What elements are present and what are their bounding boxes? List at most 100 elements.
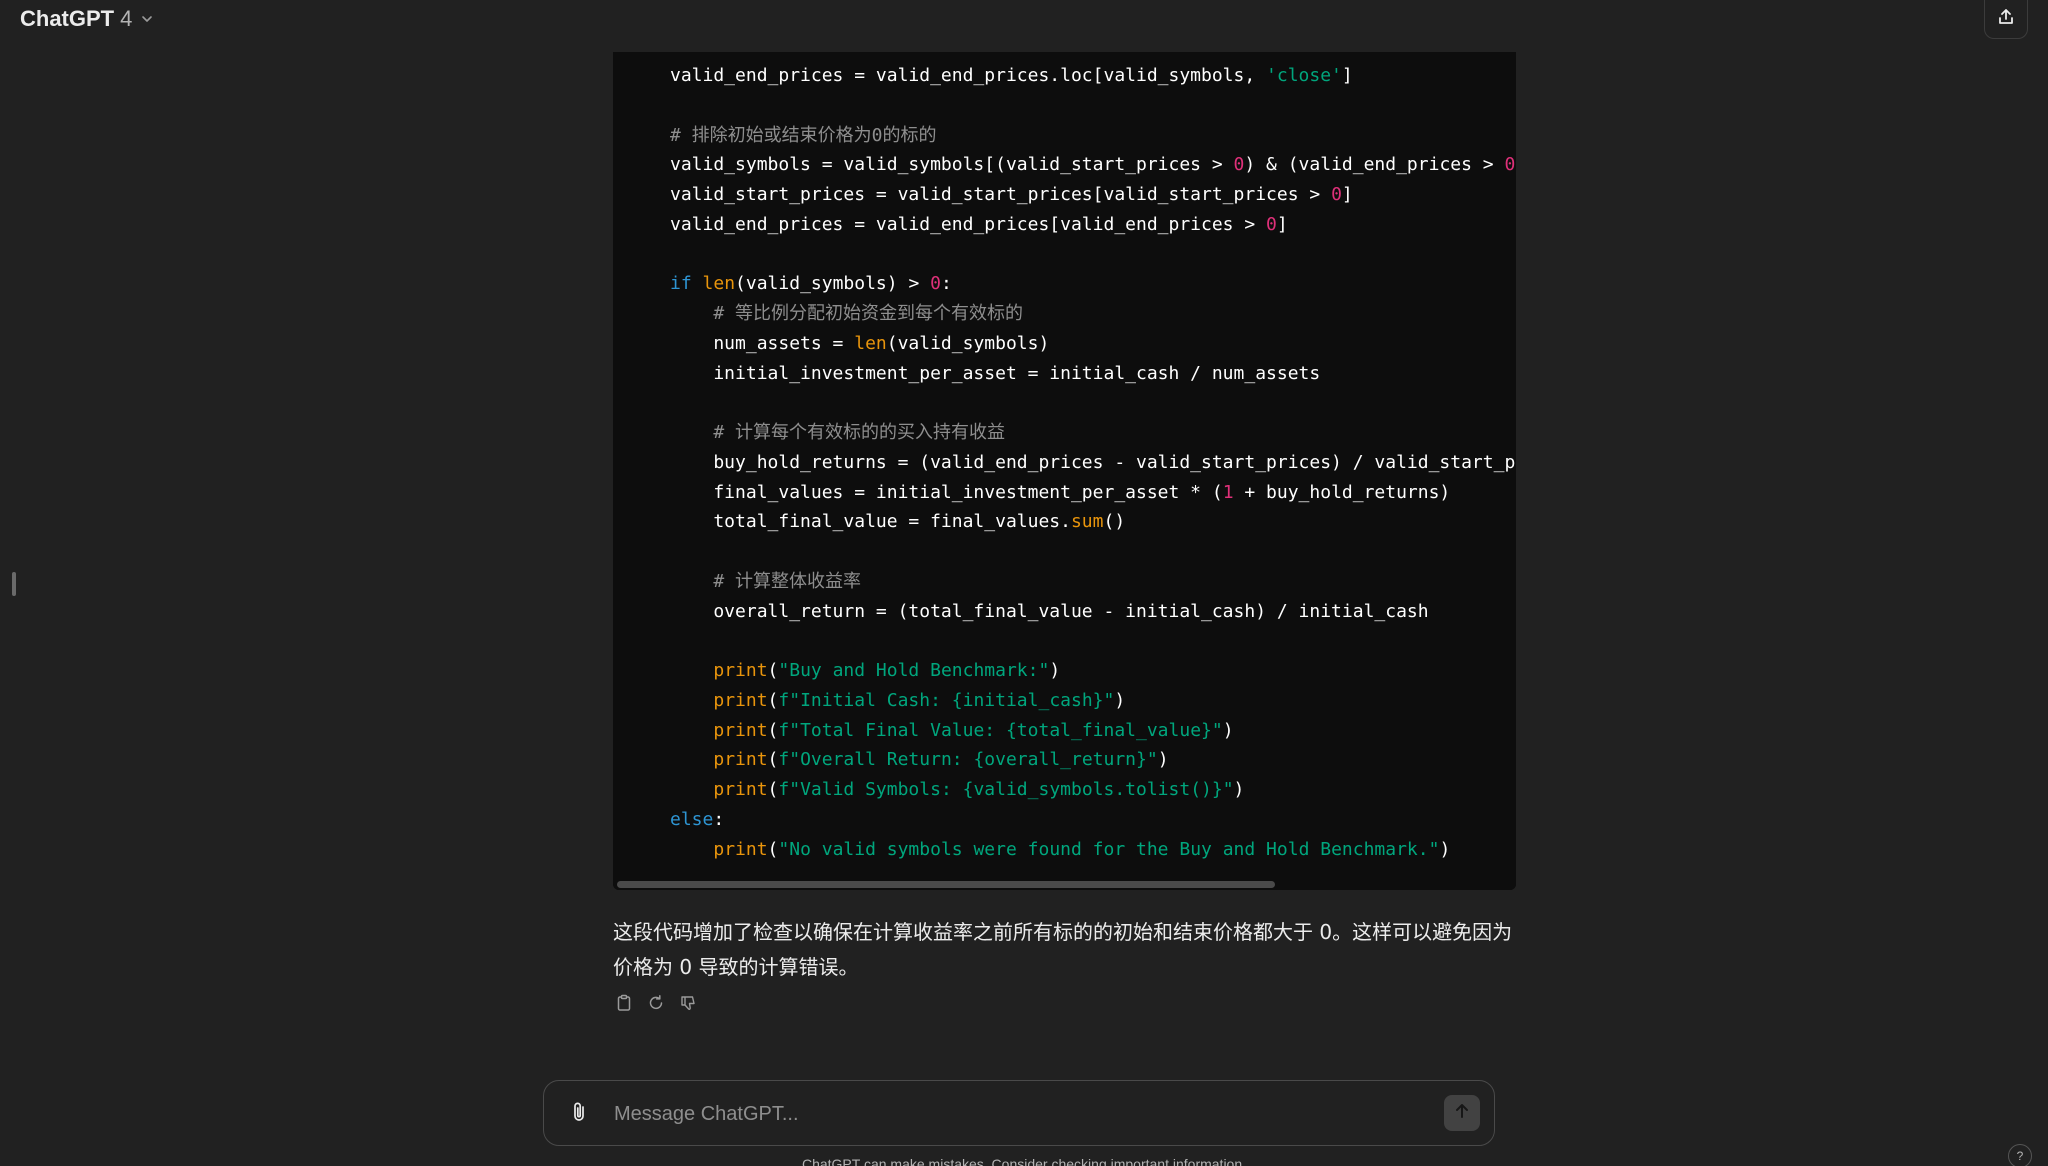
code-token: ( xyxy=(767,749,779,771)
code-block: valid_end_prices = valid_end_prices.loc[… xyxy=(613,52,1516,890)
code-token: ) xyxy=(1233,779,1245,800)
model-version: 4 xyxy=(120,6,133,31)
share-icon xyxy=(1996,7,2016,32)
chevron-down-icon xyxy=(138,10,156,28)
code-token: # 计算每个有效标的的买入持有收益 xyxy=(713,422,1006,443)
code-line: num_assets = len(valid_symbols) xyxy=(670,329,1516,359)
code-token: 0 xyxy=(1331,184,1342,205)
code-token: overall_return = (total_final_value - in… xyxy=(670,600,1429,622)
code-token: # 等比例分配初始资金到每个有效标的 xyxy=(713,303,1024,324)
code-line: print("Buy and Hold Benchmark:") xyxy=(670,656,1516,686)
code-token: : xyxy=(713,808,725,830)
model-label: ChatGPT 4 xyxy=(20,6,132,32)
code-token: len xyxy=(702,273,736,295)
message-composer xyxy=(543,1080,1495,1146)
code-line: # 计算整体收益率 xyxy=(670,567,1516,597)
code-line: print(f"Overall Return: {overall_return}… xyxy=(670,745,1516,775)
code-token: final_values = initial_investment_per_as… xyxy=(670,481,1223,503)
code-token: sum xyxy=(1070,511,1104,533)
code-line: initial_investment_per_asset = initial_c… xyxy=(670,359,1516,389)
code-line: valid_start_prices = valid_start_prices[… xyxy=(670,180,1516,210)
code-token: 0 xyxy=(1266,213,1277,235)
model-switcher[interactable]: ChatGPT 4 xyxy=(12,2,164,36)
code-line: print(f"Total Final Value: {total_final_… xyxy=(670,716,1516,746)
code-token: ] xyxy=(1341,65,1353,86)
message-input[interactable] xyxy=(612,1093,1416,1135)
code-token: ) xyxy=(1439,838,1451,860)
paperclip-icon xyxy=(568,1100,590,1129)
arrow-up-icon xyxy=(1453,1102,1471,1125)
code-token: 1 xyxy=(1222,481,1234,503)
help-button[interactable]: ? xyxy=(2008,1144,2032,1166)
code-token: valid_start_prices = valid_start_prices[… xyxy=(670,184,1332,205)
code-token: f"Overall Return: {overall_return}" xyxy=(778,749,1158,771)
attach-button[interactable] xyxy=(566,1101,592,1127)
horizontal-scrollbar[interactable] xyxy=(613,878,1516,890)
code-token: ) & (valid_end_prices > xyxy=(1244,154,1505,176)
code-token: "Buy and Hold Benchmark:" xyxy=(778,660,1050,681)
code-token: ) xyxy=(1114,689,1126,711)
code-token: ( xyxy=(767,779,779,800)
code-token: 0 xyxy=(1233,154,1245,176)
code-token: ( xyxy=(767,719,779,741)
assistant-message-text: 这段代码增加了检查以确保在计算收益率之前所有标的的初始和结束价格都大于 0。这样… xyxy=(613,920,1513,979)
code-token: print xyxy=(713,719,768,741)
code-token: : xyxy=(940,273,952,295)
scrollbar-thumb[interactable] xyxy=(617,881,1275,888)
code-token: ) xyxy=(1222,719,1234,741)
code-token: ) xyxy=(1157,749,1169,771)
code-token: valid_symbols = valid_symbols[(valid_sta… xyxy=(670,154,1234,176)
send-button[interactable] xyxy=(1444,1095,1480,1131)
share-button[interactable] xyxy=(1984,0,2028,39)
code-token: buy_hold_returns = (valid_end_prices - v… xyxy=(670,451,1516,473)
copy-button[interactable] xyxy=(613,994,635,1016)
code-token: ( xyxy=(767,660,779,681)
code-token: (valid_symbols) xyxy=(886,332,1050,354)
clipboard-icon xyxy=(615,994,633,1017)
code-line: # 排除初始或结束价格为0的标的 xyxy=(670,121,1516,151)
code-token: "No valid symbols were found for the Buy… xyxy=(778,838,1440,860)
code-line: print("No valid symbols were found for t… xyxy=(670,835,1516,865)
thumbs-down-button[interactable] xyxy=(677,994,699,1016)
code-token: f"Valid Symbols: {valid_symbols.tolist()… xyxy=(778,779,1234,800)
code-token: print xyxy=(713,689,768,711)
code-line: if len(valid_symbols) > 0: xyxy=(670,269,1516,299)
code-token: initial_investment_per_asset = initial_c… xyxy=(670,362,1321,384)
code-line: valid_end_prices = valid_end_prices.loc[… xyxy=(670,61,1516,91)
code-token: + buy_hold_returns) xyxy=(1233,481,1451,503)
model-name: ChatGPT xyxy=(20,6,115,31)
chatgpt-app: ChatGPT 4 valid_end_prices = valid_end_pr… xyxy=(0,0,2048,1166)
code-token: # 排除初始或结束价格为0的标的 xyxy=(670,124,937,146)
code-token: 'close' xyxy=(1266,65,1342,86)
code-token: ] xyxy=(1341,184,1353,205)
code-line: else: xyxy=(670,805,1516,835)
code-line: # 计算每个有效标的的买入持有收益 xyxy=(670,418,1516,448)
code-token: ) xyxy=(1049,660,1061,681)
code-line: valid_symbols = valid_symbols[(valid_sta… xyxy=(670,150,1516,180)
code-token: print xyxy=(713,779,768,800)
disclaimer-text: ChatGPT can make mistakes. Consider chec… xyxy=(801,1156,1247,1166)
code-token: len xyxy=(854,332,887,354)
code-token: () xyxy=(1103,511,1126,533)
code-content: valid_end_prices = valid_end_prices.loc[… xyxy=(670,61,1516,864)
code-line: print(f"Valid Symbols: {valid_symbols.to… xyxy=(670,775,1516,805)
thumbs-down-icon xyxy=(679,994,697,1017)
code-token: valid_end_prices = valid_end_prices.loc[… xyxy=(670,65,1267,86)
code-token: 0 xyxy=(1504,154,1516,176)
sidebar-toggle-handle[interactable] xyxy=(12,572,16,596)
code-token: print xyxy=(713,838,768,860)
code-token: print xyxy=(713,660,768,681)
code-token: total_final_value = final_values. xyxy=(670,511,1071,533)
code-line: total_final_value = final_values.sum() xyxy=(670,507,1516,537)
regenerate-button[interactable] xyxy=(645,994,667,1016)
